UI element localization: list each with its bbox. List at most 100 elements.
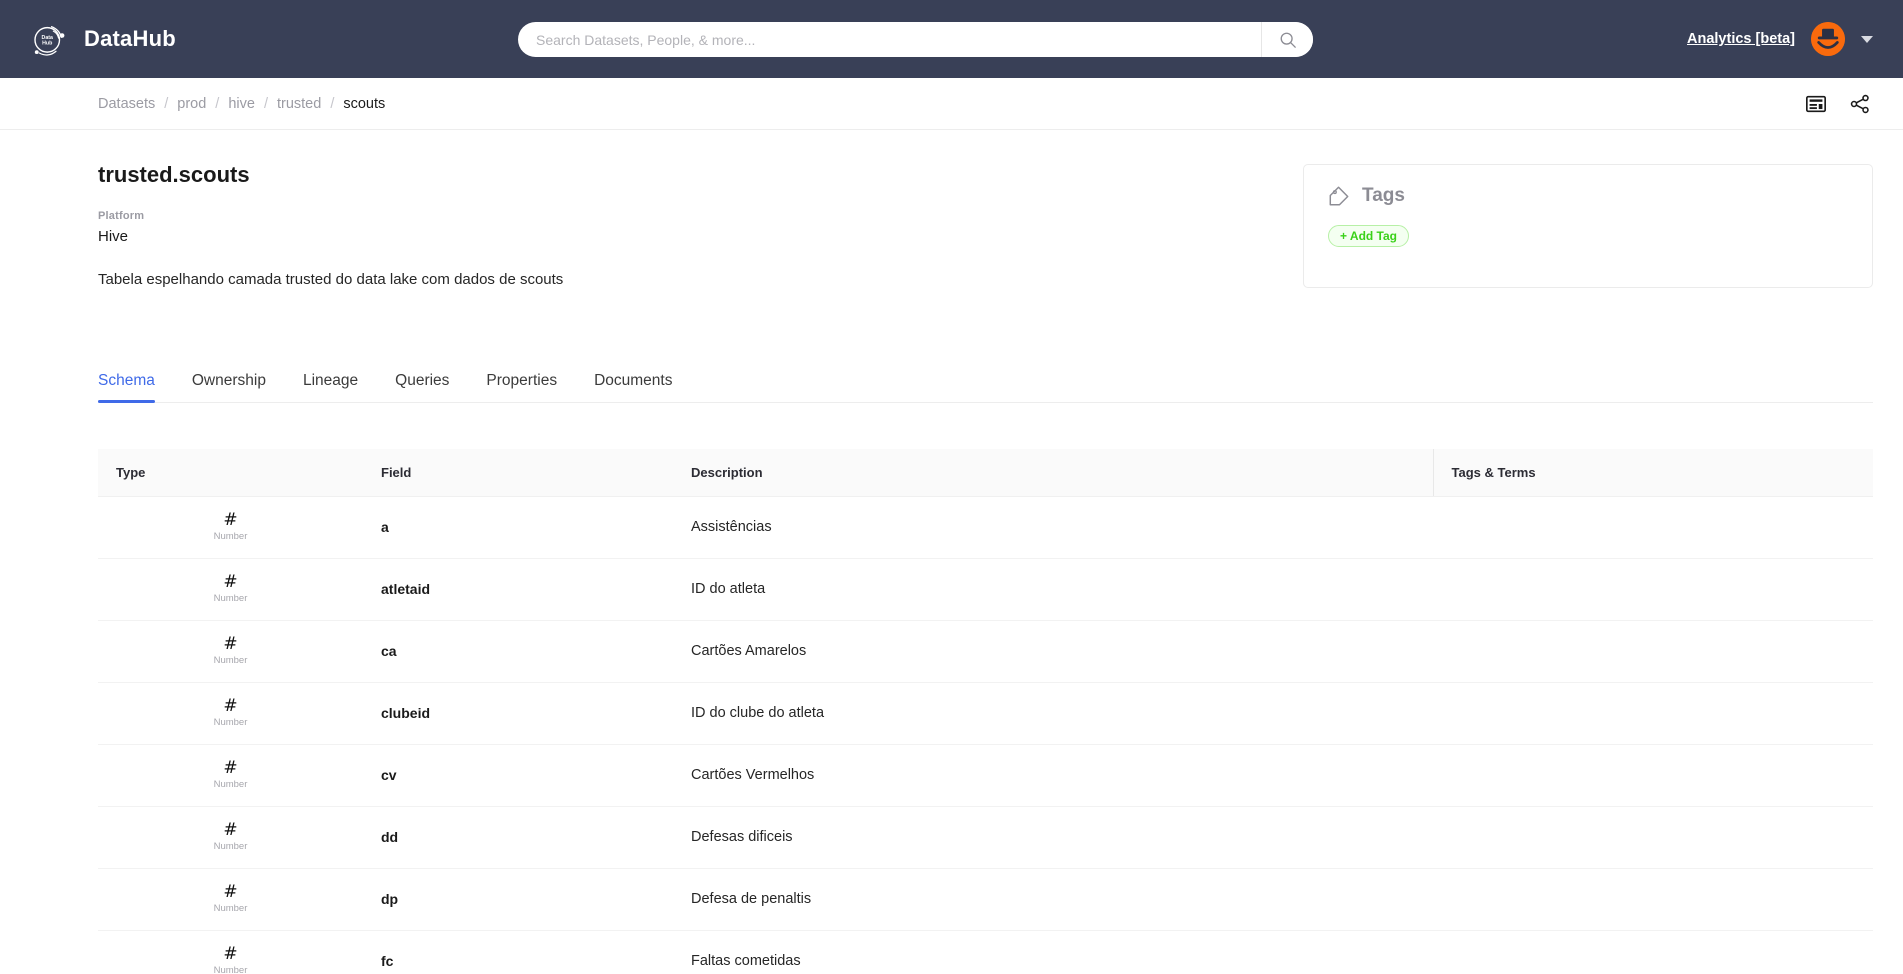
- chevron-down-icon[interactable]: [1861, 35, 1873, 43]
- tab-properties[interactable]: Properties: [486, 372, 557, 402]
- type-label: Number: [213, 902, 248, 914]
- breadcrumb-item-trusted[interactable]: trusted: [277, 96, 321, 112]
- cell-description: Cartões Amarelos: [673, 620, 1433, 683]
- table-row[interactable]: # Number atletaid ID do atleta: [98, 558, 1873, 621]
- cell-field: a: [363, 496, 673, 559]
- table-row[interactable]: # Number a Assistências: [98, 496, 1873, 559]
- brand-logo-group[interactable]: Data Hub DataHub: [28, 18, 328, 60]
- global-search[interactable]: [518, 22, 1313, 57]
- cell-description: Assistências: [673, 496, 1433, 559]
- breadcrumb-separator: /: [215, 95, 220, 112]
- type-label: Number: [213, 778, 248, 790]
- type-label: Number: [213, 654, 248, 666]
- type-label: Number: [213, 964, 248, 974]
- table-row[interactable]: # Number dp Defesa de penaltis: [98, 868, 1873, 931]
- field-name: dp: [381, 890, 399, 907]
- cell-tags-terms[interactable]: [1433, 930, 1873, 974]
- breadcrumb-separator: /: [330, 95, 335, 112]
- analytics-link[interactable]: Analytics [beta]: [1687, 31, 1795, 47]
- type-label: Number: [213, 840, 248, 852]
- svg-text:Hub: Hub: [42, 40, 52, 46]
- share-icon[interactable]: [1849, 93, 1871, 115]
- type-label: Number: [213, 592, 248, 604]
- cell-description: ID do atleta: [673, 558, 1433, 621]
- breadcrumb-item-scouts: scouts: [343, 95, 386, 112]
- breadcrumb-item-hive[interactable]: hive: [228, 96, 255, 112]
- cell-description: Defesas dificeis: [673, 806, 1433, 869]
- field-name: dd: [381, 828, 399, 845]
- number-type-icon: #: [223, 572, 238, 593]
- column-header-field[interactable]: Field: [363, 448, 673, 497]
- cell-tags-terms[interactable]: [1433, 558, 1873, 621]
- cell-tags-terms[interactable]: [1433, 744, 1873, 807]
- user-avatar[interactable]: [1811, 22, 1845, 56]
- platform-value: Hive: [98, 228, 129, 245]
- search-input[interactable]: [518, 22, 1261, 57]
- field-name: a: [381, 518, 389, 535]
- column-header-description[interactable]: Description: [673, 448, 1433, 497]
- field-name: clubeid: [381, 704, 431, 721]
- column-header-type[interactable]: Type: [98, 448, 363, 497]
- card-view-icon[interactable]: [1805, 93, 1827, 115]
- tags-panel-header: Tags: [1328, 185, 1848, 207]
- brand-name: DataHub: [84, 26, 176, 51]
- cell-type: # Number: [98, 558, 363, 621]
- cell-tags-terms[interactable]: [1433, 806, 1873, 869]
- number-type-icon: #: [223, 696, 238, 717]
- platform-label: Platform: [98, 210, 145, 222]
- table-row[interactable]: # Number clubeid ID do clube do atleta: [98, 682, 1873, 745]
- cell-description: Defesa de penaltis: [673, 868, 1433, 931]
- tab-schema[interactable]: Schema: [98, 372, 155, 403]
- table-row[interactable]: # Number cv Cartões Vermelhos: [98, 744, 1873, 807]
- cell-description: Faltas cometidas: [673, 930, 1433, 974]
- cell-field: dp: [363, 868, 673, 931]
- breadcrumb-bar: Datasets / prod / hive / trusted / scout…: [0, 78, 1903, 130]
- breadcrumb-actions: [1805, 93, 1871, 115]
- type-label: Number: [213, 530, 248, 542]
- tab-lineage[interactable]: Lineage: [303, 372, 358, 402]
- type-label: Number: [213, 716, 248, 728]
- number-type-icon: #: [223, 758, 238, 779]
- schema-table-body: # Number a Assistências # Number atletaid ID do…: [98, 496, 1873, 974]
- tab-ownership[interactable]: Ownership: [192, 372, 266, 402]
- cell-type: # Number: [98, 930, 363, 974]
- cell-field: fc: [363, 930, 673, 974]
- column-header-tags-terms[interactable]: Tags & Terms: [1432, 448, 1873, 497]
- dataset-tabs: Schema Ownership Lineage Queries Propert…: [98, 372, 1873, 403]
- dataset-description: Tabela espelhando camada trusted do data…: [98, 271, 564, 288]
- table-row[interactable]: # Number dd Defesas dificeis: [98, 806, 1873, 869]
- schema-table-head: Type Field Description Tags & Terms: [98, 448, 1873, 497]
- cell-type: # Number: [98, 806, 363, 869]
- cell-type: # Number: [98, 682, 363, 745]
- table-row[interactable]: # Number fc Faltas cometidas: [98, 930, 1873, 974]
- cell-tags-terms[interactable]: [1433, 620, 1873, 683]
- breadcrumb-item-prod[interactable]: prod: [177, 96, 206, 112]
- cell-tags-terms[interactable]: [1433, 682, 1873, 745]
- dataset-summary: trusted.scouts Platform Hive Tabela espe…: [98, 130, 1873, 292]
- breadcrumb-separator: /: [164, 95, 169, 112]
- number-type-icon: #: [223, 820, 238, 841]
- tab-documents[interactable]: Documents: [594, 372, 672, 402]
- tags-panel-title: Tags: [1362, 185, 1405, 206]
- cell-field: ca: [363, 620, 673, 683]
- number-type-icon: #: [223, 944, 238, 965]
- add-tag-button[interactable]: + Add Tag: [1328, 225, 1409, 247]
- table-row[interactable]: # Number ca Cartões Amarelos: [98, 620, 1873, 683]
- field-name: ca: [381, 642, 397, 659]
- tag-icon: [1329, 186, 1349, 206]
- field-name: atletaid: [381, 580, 431, 597]
- page-title: trusted.scouts: [98, 162, 250, 187]
- tab-queries[interactable]: Queries: [395, 372, 449, 402]
- search-button[interactable]: [1261, 22, 1313, 57]
- cell-type: # Number: [98, 868, 363, 931]
- field-name: fc: [381, 952, 394, 969]
- tags-panel: Tags + Add Tag: [1303, 164, 1873, 288]
- breadcrumb-separator: /: [263, 95, 268, 112]
- breadcrumb-item-datasets[interactable]: Datasets: [98, 96, 155, 112]
- cell-type: # Number: [98, 744, 363, 807]
- cell-tags-terms[interactable]: [1433, 868, 1873, 931]
- cell-field: cv: [363, 744, 673, 807]
- cell-field: clubeid: [363, 682, 673, 745]
- cell-tags-terms[interactable]: [1433, 496, 1873, 559]
- number-type-icon: #: [223, 510, 238, 531]
